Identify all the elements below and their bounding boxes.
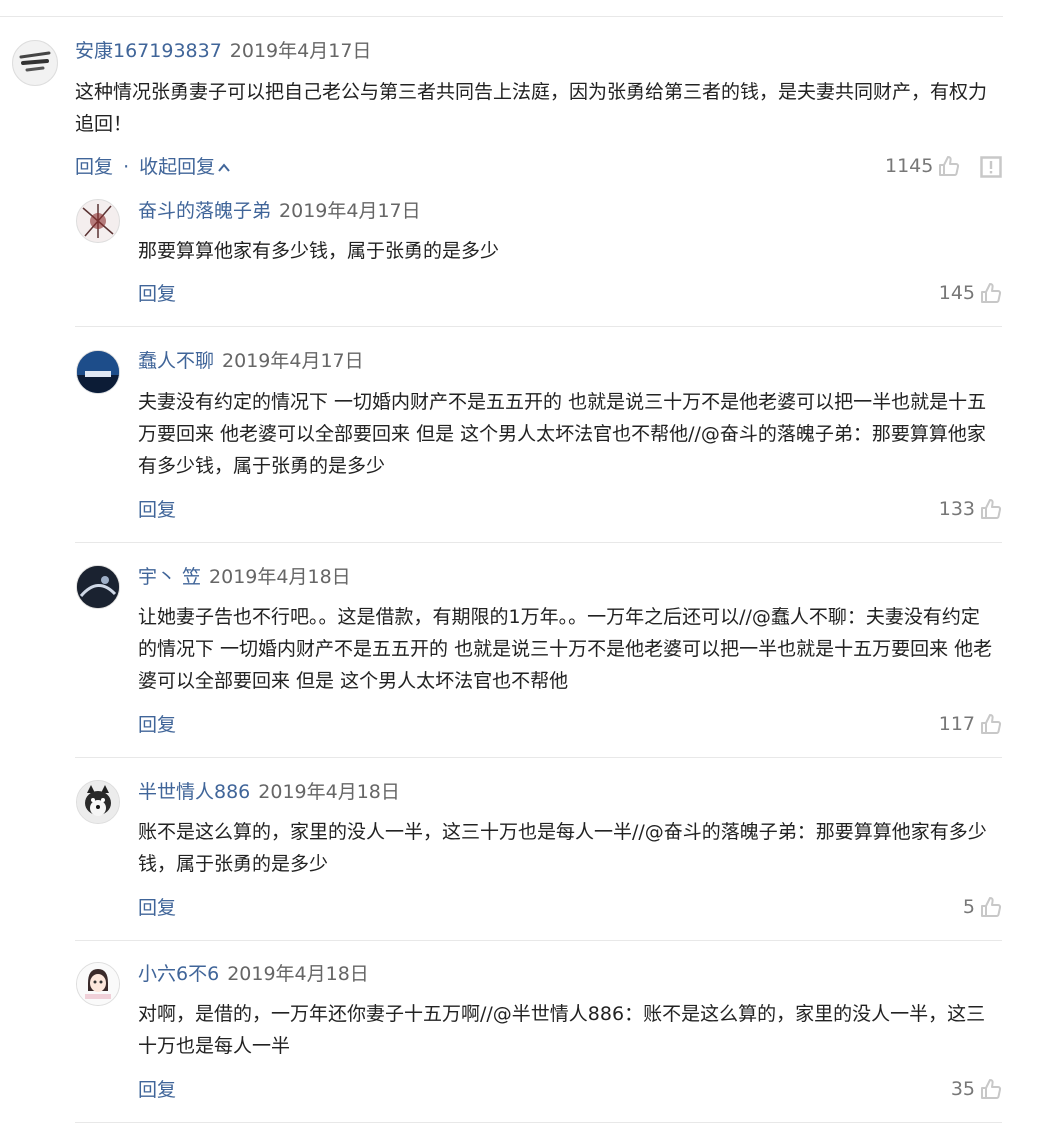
divider — [75, 326, 1002, 327]
reply-text: 让她妻子告也不行吧。。这是借款，有期限的1万年。。一万年之后还可以//@蠢人不聊… — [138, 606, 993, 692]
collapse-replies-button[interactable]: 收起回复 — [139, 156, 231, 178]
dog-avatar-icon — [77, 781, 119, 823]
reply-text: 账不是这么算的，家里的没人一半，这三十万也是每人一半//@奋斗的落魄子弟：那要算… — [138, 821, 987, 875]
reply-like-group[interactable]: 117 — [939, 711, 1003, 737]
reply-button[interactable]: 回复 — [138, 897, 176, 919]
divider — [75, 757, 1002, 758]
reply-username[interactable]: 小六6不6 — [138, 963, 219, 985]
comment-actions: 回复 · 收起回复 — [75, 154, 231, 180]
avatar[interactable] — [76, 962, 120, 1006]
reply-actions: 回复 — [138, 1077, 176, 1103]
separator-dot: · — [123, 156, 130, 178]
avatar[interactable] — [76, 199, 120, 243]
cartoon-girl-avatar-icon — [77, 963, 119, 1005]
divider — [75, 940, 1002, 941]
like-count: 35 — [950, 1078, 975, 1100]
reply-date: 2019年4月17日 — [222, 350, 364, 372]
reply-username[interactable]: 蠢人不聊 — [138, 350, 214, 372]
reply-date: 2019年4月18日 — [227, 963, 369, 985]
reply-meta: 奋斗的落魄子弟 2019年4月17日 — [138, 198, 421, 224]
reply-meta: 半世情人886 2019年4月18日 — [138, 779, 400, 805]
reply-text: 对啊，是借的，一万年还你妻子十五万啊//@半世情人886：账不是这么算的，家里的… — [138, 1003, 986, 1057]
reply-actions: 回复 — [138, 712, 176, 738]
chevron-up-icon — [218, 162, 230, 172]
reply-actions: 回复 — [138, 281, 176, 307]
avatar[interactable] — [76, 780, 120, 824]
avatar[interactable] — [12, 40, 58, 86]
reply-button[interactable]: 回复 — [138, 714, 176, 736]
reply-date: 2019年4月18日 — [258, 781, 400, 803]
reply-button[interactable]: 回复 — [75, 156, 113, 178]
reply-like-group[interactable]: 133 — [939, 496, 1003, 522]
reply-text: 夫妻没有约定的情况下 一切婚内财产不是五五开的 也就是说三十万不是他老婆可以把一… — [138, 391, 987, 477]
comment-meta: 安康167193837 2019年4月17日 — [75, 38, 371, 64]
brush-stroke-avatar-icon — [19, 51, 51, 72]
reply-meta: 蠢人不聊 2019年4月17日 — [138, 348, 364, 374]
reply-text: 那要算算他家有多少钱，属于张勇的是多少 — [138, 240, 500, 262]
reply-like-group[interactable]: 5 — [963, 894, 1003, 920]
reply-date: 2019年4月17日 — [279, 200, 421, 222]
reply-actions: 回复 — [138, 497, 176, 523]
avatar-image-icon — [77, 200, 119, 242]
reply-button[interactable]: 回复 — [138, 499, 176, 521]
thumbs-up-icon[interactable] — [979, 712, 1003, 736]
avatar[interactable] — [76, 350, 120, 394]
comment-like-group[interactable]: 1145 — [885, 153, 961, 179]
like-count: 133 — [938, 498, 975, 520]
reply-like-group[interactable]: 35 — [951, 1076, 1003, 1102]
like-count: 117 — [938, 713, 975, 735]
thumbs-up-icon[interactable] — [979, 1077, 1003, 1101]
reply-button[interactable]: 回复 — [138, 1079, 176, 1101]
avatar-image-icon — [77, 351, 119, 393]
collapse-replies-label: 收起回复 — [139, 156, 216, 178]
reply-meta: 宇丶 笠 2019年4月18日 — [138, 564, 351, 590]
reply-date: 2019年4月18日 — [209, 566, 351, 588]
reply-username[interactable]: 宇丶 笠 — [138, 566, 201, 588]
like-count: 1145 — [885, 155, 934, 177]
report-icon[interactable] — [980, 156, 1002, 178]
top-divider — [0, 16, 1003, 17]
like-count: 5 — [962, 896, 975, 918]
avatar[interactable] — [76, 565, 120, 609]
comment-date: 2019年4月17日 — [229, 40, 372, 62]
reply-username[interactable]: 半世情人886 — [138, 781, 250, 803]
comment-text: 这种情况张勇妻子可以把自己老公与第三者共同告上法庭，因为张勇给第三者的钱，是夫妻… — [75, 81, 988, 135]
like-count: 145 — [938, 282, 975, 304]
divider — [75, 542, 1002, 543]
reply-like-group[interactable]: 145 — [939, 280, 1003, 306]
thumbs-up-icon[interactable] — [979, 281, 1003, 305]
reply-username[interactable]: 奋斗的落魄子弟 — [138, 200, 271, 222]
thumbs-up-icon[interactable] — [937, 154, 961, 178]
comment-username[interactable]: 安康167193837 — [75, 40, 222, 62]
thumbs-up-icon[interactable] — [979, 895, 1003, 919]
avatar-image-icon — [77, 566, 119, 608]
divider — [75, 1122, 1002, 1123]
reply-button[interactable]: 回复 — [138, 283, 176, 305]
reply-actions: 回复 — [138, 895, 176, 921]
reply-meta: 小六6不6 2019年4月18日 — [138, 961, 369, 987]
thumbs-up-icon[interactable] — [979, 497, 1003, 521]
